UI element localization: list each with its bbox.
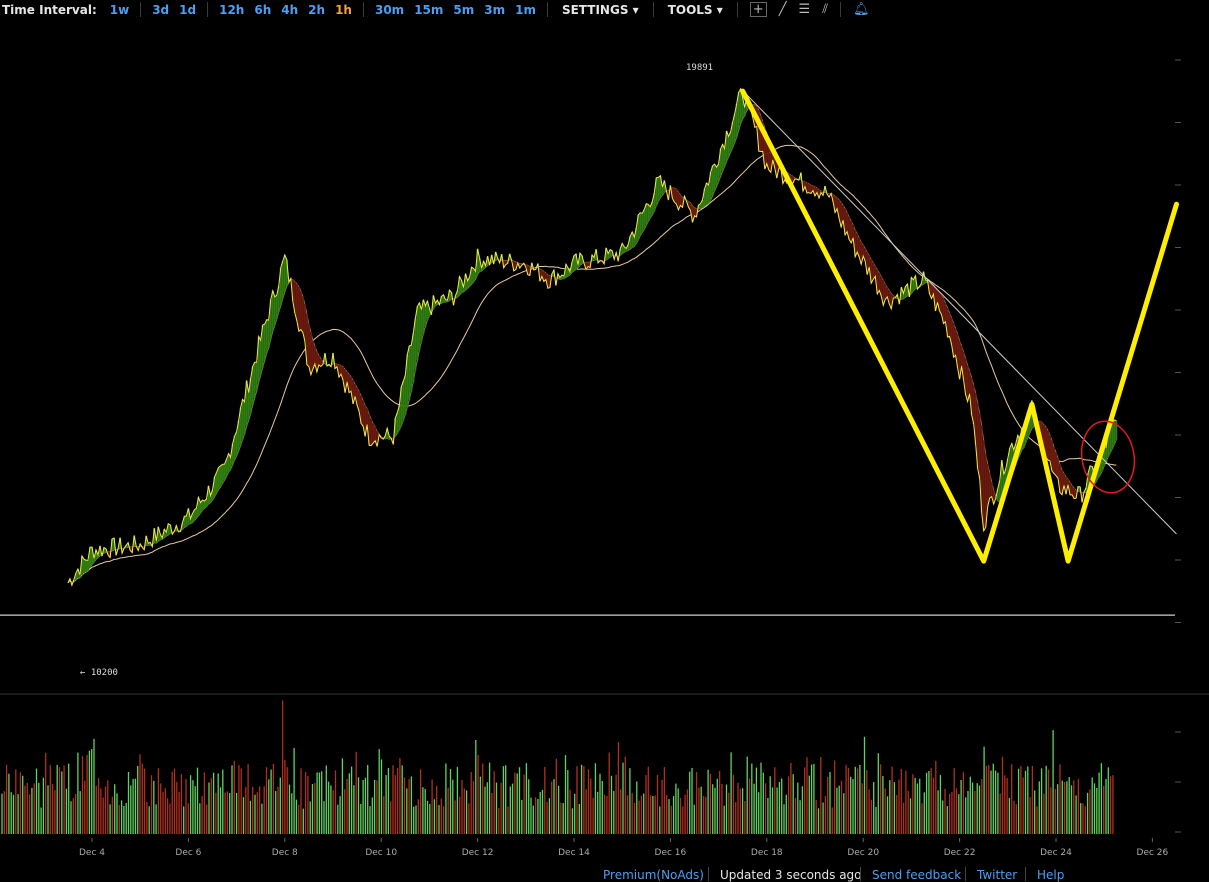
- interval-5m[interactable]: 5m: [453, 3, 474, 17]
- high-annotation: 19891: [686, 63, 713, 73]
- interval-3d[interactable]: 3d: [152, 3, 169, 17]
- x-tick-label: Dec 14: [558, 848, 590, 858]
- x-tick-label: Dec 20: [847, 848, 879, 858]
- x-tick-label: Dec 16: [655, 848, 687, 858]
- settings-menu[interactable]: SETTINGS ▾: [562, 3, 639, 17]
- interval-1d[interactable]: 1d: [179, 3, 196, 17]
- toolbar-divider: [546, 2, 548, 17]
- x-tick-label: Dec 10: [365, 848, 397, 858]
- toolbar-divider: [736, 2, 738, 17]
- horizontal-lines-icon[interactable]: ☰: [799, 2, 811, 17]
- update-status: Updated 3 seconds ago: [720, 868, 862, 882]
- interval-15m[interactable]: 15m: [414, 3, 443, 17]
- premium-link[interactable]: Premium(NoAds): [603, 868, 704, 882]
- x-tick-label: Dec 26: [1137, 848, 1169, 858]
- low-annotation: ← 10200: [80, 668, 118, 678]
- toolbar-divider: [840, 2, 841, 17]
- crosshair-icon[interactable]: +: [749, 2, 767, 17]
- x-tick-label: Dec 18: [751, 848, 783, 858]
- help-link[interactable]: Help: [1037, 868, 1064, 882]
- footer-divider: [1025, 867, 1026, 881]
- interval-30m[interactable]: 30m: [375, 3, 404, 17]
- interval-3m[interactable]: 3m: [484, 3, 505, 17]
- interval-12h[interactable]: 12h: [219, 3, 244, 17]
- footer-divider: [860, 867, 861, 881]
- interval-1w[interactable]: 1w: [110, 3, 129, 17]
- toolbar-divider: [652, 2, 654, 17]
- x-tick-label: Dec 24: [1040, 848, 1072, 858]
- fib-fan-icon[interactable]: ⫽: [822, 2, 828, 17]
- alert-bell-icon[interactable]: 🔔︎: [853, 2, 870, 17]
- interval-6h[interactable]: 6h: [254, 3, 271, 17]
- time-interval-label: Time Interval:: [2, 2, 97, 17]
- x-tick-label: Dec 12: [462, 848, 494, 858]
- interval-1m[interactable]: 1m: [515, 3, 536, 17]
- tools-menu[interactable]: TOOLS ▾: [668, 3, 723, 17]
- x-tick-label: Dec 22: [944, 848, 976, 858]
- interval-4h[interactable]: 4h: [281, 3, 298, 17]
- footer-divider: [965, 867, 966, 881]
- toolbar-divider: [362, 2, 364, 17]
- x-tick-label: Dec 8: [272, 848, 298, 858]
- x-tick-label: Dec 6: [175, 848, 201, 858]
- settings-label: SETTINGS: [561, 2, 629, 17]
- tools-label: TOOLS: [667, 2, 713, 17]
- footer-divider: [708, 867, 709, 881]
- send-feedback-link[interactable]: Send feedback: [872, 868, 961, 882]
- twitter-link[interactable]: Twitter: [977, 868, 1017, 882]
- chevron-down-icon: ▾: [632, 2, 639, 17]
- footer: Premium(NoAds) Updated 3 seconds ago Sen…: [0, 866, 1209, 882]
- toolbar-divider: [207, 2, 209, 17]
- interval-1h[interactable]: 1h: [335, 3, 352, 17]
- chevron-down-icon: ▾: [716, 2, 723, 17]
- draw-line-icon[interactable]: ╱: [779, 2, 787, 17]
- toolbar: Time Interval: 1w 3d 1d 12h 6h 4h 2h 1h …: [0, 0, 1209, 19]
- interval-2h[interactable]: 2h: [308, 3, 325, 17]
- toolbar-divider: [140, 2, 142, 17]
- price-chart[interactable]: Dec 4 Dec 6 Dec 8 Dec 10 Dec 12 Dec 14 Dec 16 D…: [0, 20, 1209, 866]
- x-tick-label: Dec 4: [79, 848, 105, 858]
- chart-background: [0, 20, 1209, 866]
